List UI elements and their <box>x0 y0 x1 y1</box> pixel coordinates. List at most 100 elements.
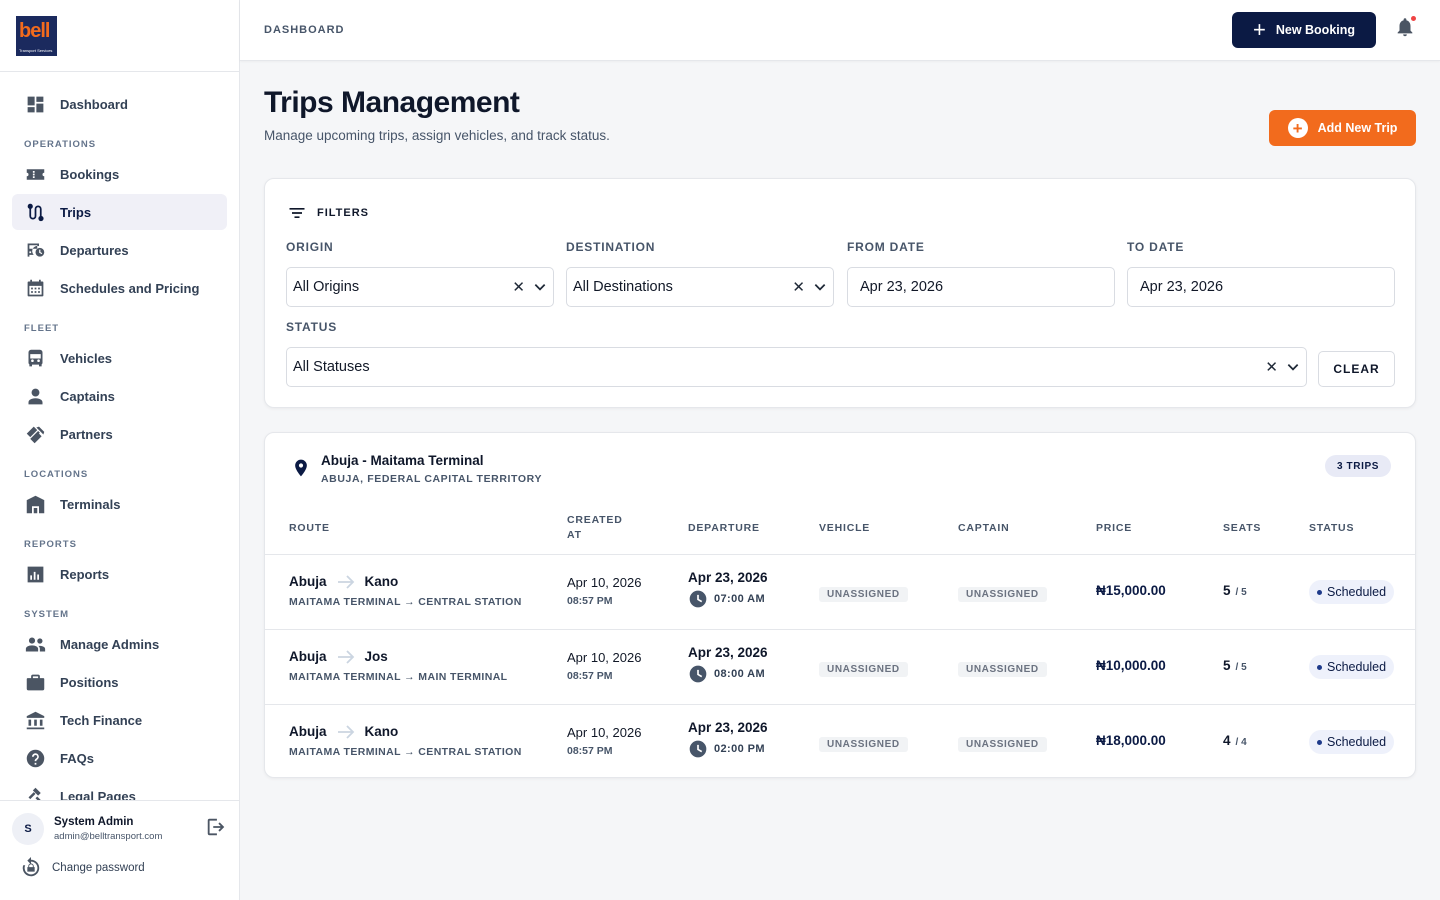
seats-total: / 5 <box>1235 662 1247 673</box>
sidebar-item-schedules-and-pricing[interactable]: Schedules and Pricing <box>12 270 227 306</box>
route-cell: Abuja Kano MAITAMA TERMINAL → CENTRAL STAT… <box>289 574 522 608</box>
origin-select[interactable]: All Origins ✕ <box>286 267 554 307</box>
captain-badge[interactable]: UNASSIGNED <box>958 662 1047 677</box>
sidebar-item-label: Terminals <box>60 496 121 512</box>
sidebar-item-positions[interactable]: Positions <box>12 664 227 700</box>
destination-label: DESTINATION <box>566 240 656 254</box>
created-time: 08:57 PM <box>567 595 613 607</box>
table-row[interactable]: Abuja Kano MAITAMA TERMINAL → CENTRAL STAT… <box>265 705 1415 780</box>
sidebar-item-label: Schedules and Pricing <box>60 280 200 296</box>
sidebar-item-captains[interactable]: Captains <box>12 378 227 414</box>
sidebar-item-tech-finance[interactable]: Tech Finance <box>12 702 227 738</box>
add-new-trip-button[interactable]: + Add New Trip <box>1269 110 1416 146</box>
table-row[interactable]: Abuja Kano MAITAMA TERMINAL → CENTRAL STAT… <box>265 555 1415 630</box>
captain-badge[interactable]: UNASSIGNED <box>958 587 1047 602</box>
logo-sub: Transport Services <box>19 48 53 53</box>
origin-label: ORIGIN <box>286 240 334 254</box>
sidebar-section-title: FLEET <box>24 323 60 334</box>
vehicle-badge[interactable]: UNASSIGNED <box>819 737 908 752</box>
sidebar-item-faqs[interactable]: FAQs <box>12 740 227 776</box>
route-icon <box>24 201 46 223</box>
sidebar-item-dashboard[interactable]: Dashboard <box>12 86 227 122</box>
user-email: admin@belltransport.com <box>54 831 163 842</box>
terminal-name: Abuja - Maitama Terminal <box>321 453 484 468</box>
route-origin: Abuja <box>289 724 327 739</box>
chevron-down-icon[interactable] <box>1286 360 1300 374</box>
to-date-label: TO DATE <box>1127 240 1185 254</box>
sidebar-item-label: Positions <box>60 674 119 690</box>
table-row[interactable]: Abuja Jos MAITAMA TERMINAL → MAIN TERMINAL… <box>265 630 1415 705</box>
sidebar-item-bookings[interactable]: Bookings <box>12 156 227 192</box>
status-dot <box>1317 589 1322 595</box>
brand-logo[interactable]: bell Transport Services <box>16 16 57 56</box>
vehicle-badge[interactable]: UNASSIGNED <box>819 662 908 677</box>
terminal-header: Abuja - Maitama Terminal ABUJA, FEDERAL … <box>291 453 542 485</box>
col-created: CREATED AT <box>567 514 623 541</box>
route-destination: Kano <box>364 574 399 589</box>
sidebar-item-vehicles[interactable]: Vehicles <box>12 340 227 376</box>
origin-value: All Origins <box>293 279 360 295</box>
ticket-icon <box>24 163 46 185</box>
to-date-input[interactable]: Apr 23, 2026 <box>1127 267 1395 307</box>
arrow-right-icon <box>337 649 354 664</box>
breadcrumb[interactable]: DASHBOARD <box>264 24 345 36</box>
from-date-input[interactable]: Apr 23, 2026 <box>847 267 1115 307</box>
sidebar-section-title: OPERATIONS <box>24 139 97 150</box>
sidebar-item-departures[interactable]: Departures <box>12 232 227 268</box>
destination-select[interactable]: All Destinations ✕ <box>566 267 834 307</box>
sidebar-item-trips[interactable]: Trips <box>12 194 227 230</box>
seats-total: / 4 <box>1235 737 1247 748</box>
vehicle-badge[interactable]: UNASSIGNED <box>819 587 908 602</box>
route-origin: Abuja <box>289 649 327 664</box>
sidebar-section-title: LOCATIONS <box>24 469 89 480</box>
captain-badge[interactable]: UNASSIGNED <box>958 737 1047 752</box>
from-date-label: FROM DATE <box>847 240 925 254</box>
status-value: All Statuses <box>293 359 370 375</box>
status-badge[interactable]: Scheduled <box>1309 730 1395 754</box>
sidebar-section-title: REPORTS <box>24 539 77 550</box>
route-origin: Abuja <box>289 574 327 589</box>
col-captain: CAPTAIN <box>958 522 1010 534</box>
clear-status-icon[interactable]: ✕ <box>1265 358 1278 376</box>
new-booking-button[interactable]: + New Booking <box>1232 12 1376 48</box>
change-password-link[interactable]: Change password <box>0 845 239 879</box>
seats-available: 5 <box>1223 583 1231 598</box>
status-select[interactable]: All Statuses ✕ <box>286 347 1307 387</box>
logout-icon[interactable] <box>205 816 227 843</box>
sidebar-item-partners[interactable]: Partners <box>12 416 227 452</box>
route-terminals: MAITAMA TERMINAL → MAIN TERMINAL <box>289 671 508 683</box>
created-date: Apr 10, 2026 <box>567 650 642 665</box>
sidebar-item-reports[interactable]: Reports <box>12 556 227 592</box>
sidebar-item-manage-admins[interactable]: Manage Admins <box>12 626 227 662</box>
change-password-label: Change password <box>52 862 145 874</box>
clear-origin-icon[interactable]: ✕ <box>512 278 525 296</box>
col-seats: SEATS <box>1223 522 1262 534</box>
sidebar-item-terminals[interactable]: Terminals <box>12 486 227 522</box>
topbar: DASHBOARD + New Booking <box>240 0 1440 61</box>
status-badge[interactable]: Scheduled <box>1309 655 1395 679</box>
clock-icon <box>689 590 707 608</box>
created-cell: Apr 10, 2026 08:57 PM <box>567 575 641 607</box>
clear-filters-button[interactable]: CLEAR <box>1318 351 1395 387</box>
status-badge[interactable]: Scheduled <box>1309 580 1395 604</box>
lock-reset-icon <box>22 857 40 877</box>
col-price: PRICE <box>1096 522 1133 534</box>
handshake-icon <box>24 423 46 445</box>
notification-bell-icon[interactable] <box>1394 16 1416 38</box>
sidebar-section-title: SYSTEM <box>24 609 70 620</box>
user-area: S System Admin admin@belltransport.com C… <box>0 800 239 900</box>
seats-value: 5 / 5 <box>1223 583 1247 598</box>
price-value: ₦15,000.00 <box>1096 583 1166 598</box>
clock-icon <box>689 665 707 683</box>
new-booking-label: New Booking <box>1275 23 1356 37</box>
clear-destination-icon[interactable]: ✕ <box>792 278 805 296</box>
chevron-down-icon[interactable] <box>533 280 547 294</box>
price-value: ₦10,000.00 <box>1096 658 1166 673</box>
avatar: S <box>12 813 44 845</box>
col-status: STATUS <box>1309 522 1355 534</box>
from-date-value: Apr 23, 2026 <box>860 279 944 295</box>
terminal-location: ABUJA, FEDERAL CAPITAL TERRITORY <box>321 473 543 485</box>
sidebar-item-label: Vehicles <box>60 350 113 366</box>
col-vehicle: VEHICLE <box>819 522 871 534</box>
chevron-down-icon[interactable] <box>813 280 827 294</box>
